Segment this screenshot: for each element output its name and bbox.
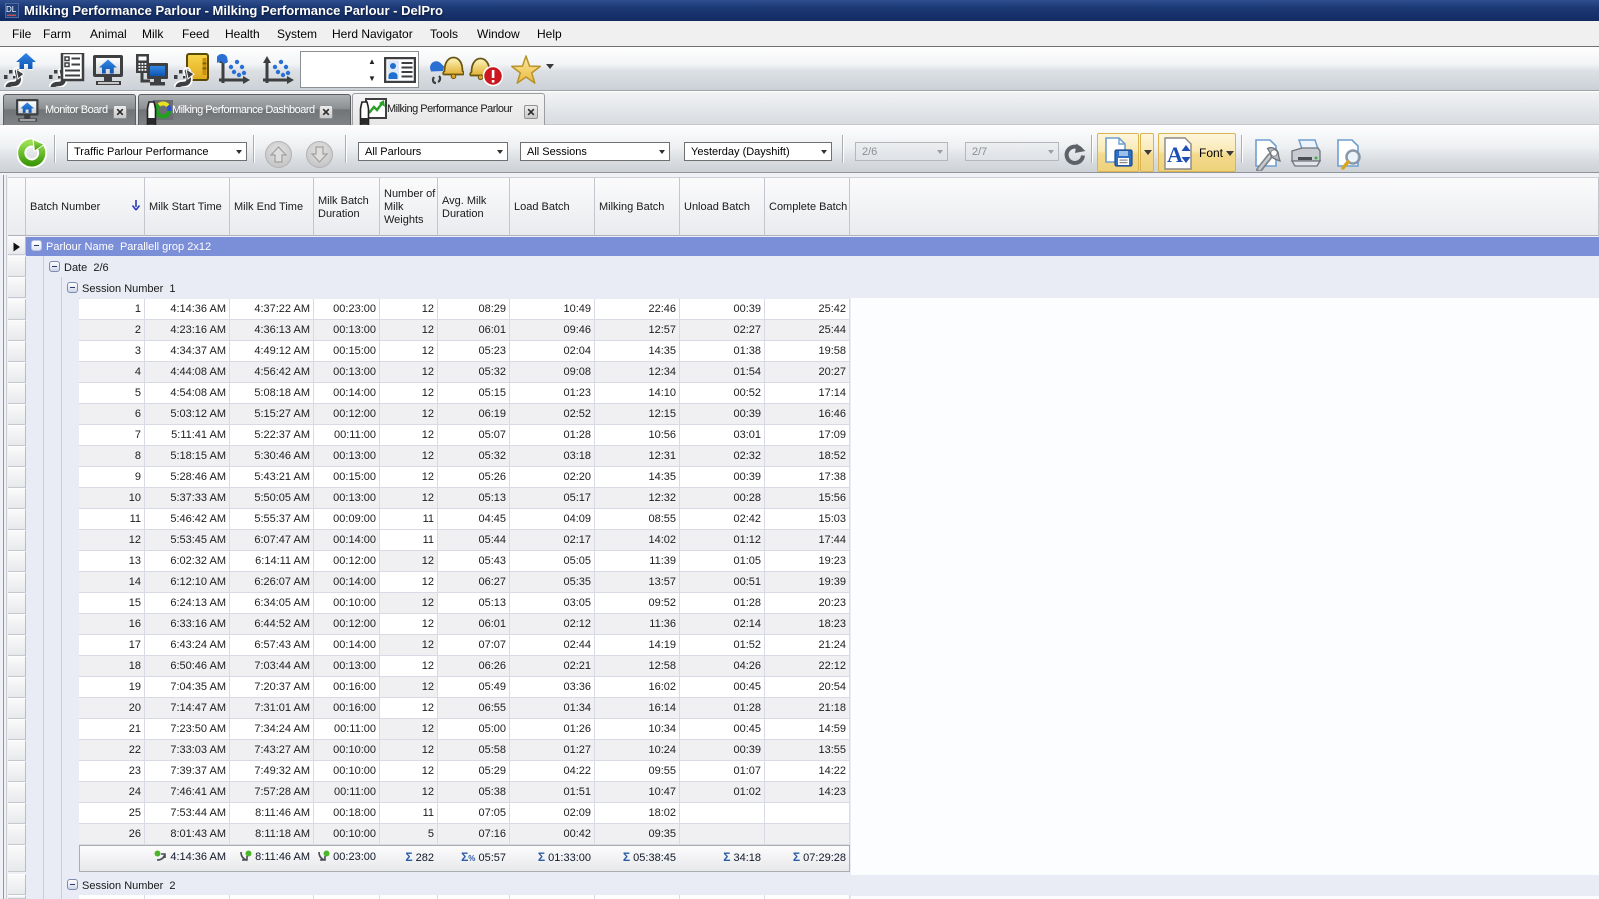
svg-text:DL: DL bbox=[6, 5, 17, 14]
svg-text:A: A bbox=[1167, 142, 1183, 167]
